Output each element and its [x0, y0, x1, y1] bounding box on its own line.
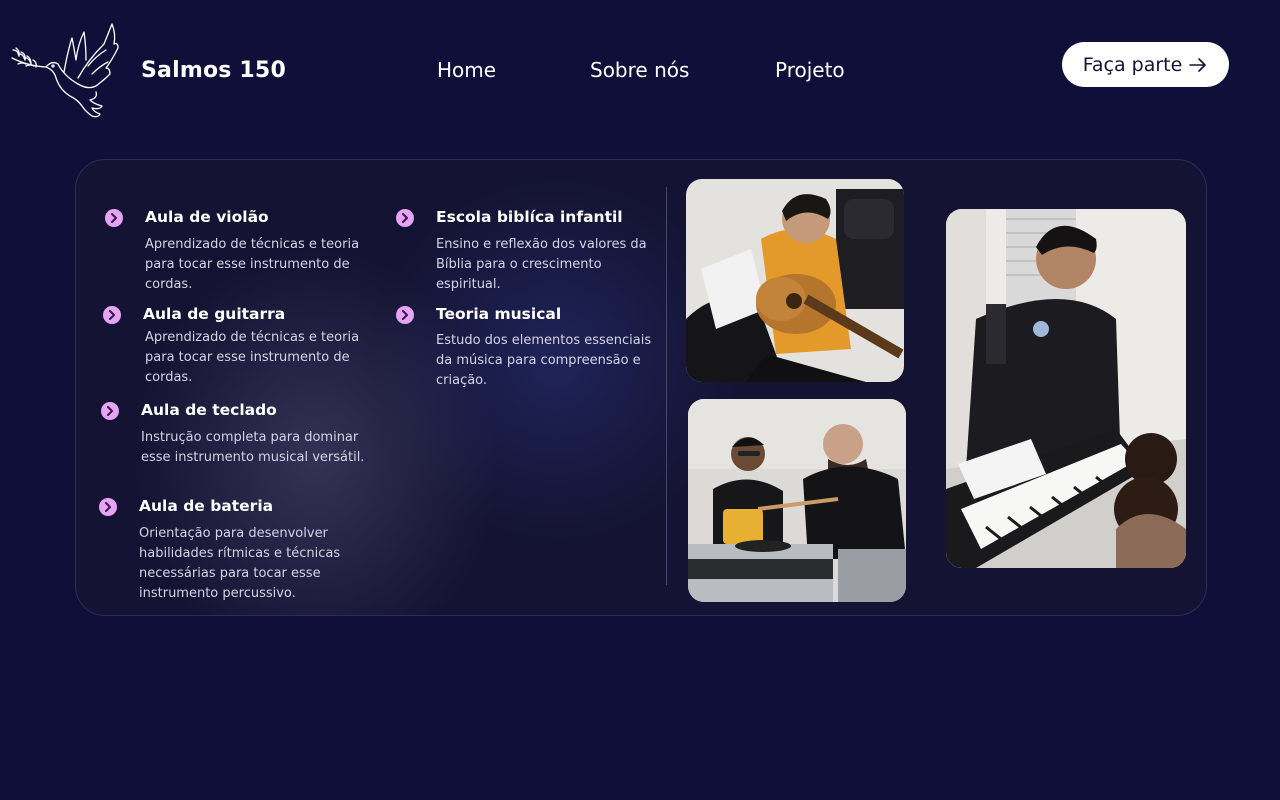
service-description: Estudo dos elementos essenciais da músic…: [436, 333, 652, 388]
nav-home-link[interactable]: Home: [437, 58, 496, 82]
chevron-right-icon: [105, 209, 123, 227]
join-button-label: Faça parte: [1082, 53, 1183, 76]
dove-logo-icon[interactable]: [8, 20, 120, 122]
chevron-right-icon: [396, 209, 414, 227]
chevron-right-icon: [396, 306, 414, 324]
column-divider: [666, 187, 667, 585]
chevron-right-icon: [99, 498, 117, 516]
service-title: Aula de violão: [145, 208, 269, 226]
chevron-right-icon: [101, 402, 119, 420]
join-button[interactable]: Faça parte: [1062, 42, 1229, 87]
service-title: Aula de bateria: [139, 497, 274, 515]
photo-guitar-lesson: [686, 179, 904, 382]
service-description: Aprendizado de técnicas e teoria para to…: [145, 330, 360, 385]
service-teclado: Aula de teclado Instrução completa para …: [101, 401, 371, 471]
photo-drum-lesson: [688, 399, 906, 602]
service-violao: Aula de violão Aprendizado de técnicas e…: [105, 208, 365, 298]
service-title: Escola biblíca infantil: [436, 208, 623, 226]
services-card: Aula de violão Aprendizado de técnicas e…: [75, 159, 1207, 616]
service-description: Aprendizado de técnicas e teoria para to…: [145, 237, 360, 292]
chevron-right-icon: [103, 306, 121, 324]
service-teoria-musical: Teoria musical Estudo dos elementos esse…: [396, 305, 656, 395]
service-title: Teoria musical: [436, 305, 562, 323]
arrow-right-icon: [1189, 57, 1207, 72]
service-description: Instrução completa para dominar esse ins…: [141, 430, 365, 465]
service-escola-biblica: Escola biblíca infantil Ensino e reflexã…: [396, 208, 656, 298]
service-title: Aula de guitarra: [143, 305, 286, 323]
service-guitarra: Aula de guitarra Aprendizado de técnicas…: [103, 305, 363, 395]
photo-keyboard-lesson: [946, 209, 1186, 568]
nav-about-link[interactable]: Sobre nós: [590, 58, 689, 82]
service-description: Orientação para desenvolver habilidades …: [139, 526, 341, 601]
service-title: Aula de teclado: [141, 401, 277, 419]
nav-project-link[interactable]: Projeto: [775, 58, 845, 82]
page: Salmos 150 Home Sobre nós Projeto Faça p…: [0, 0, 1280, 800]
brand-name: Salmos 150: [141, 58, 286, 83]
service-bateria: Aula de bateria Orientação para desenvol…: [99, 497, 359, 607]
service-description: Ensino e reflexão dos valores da Bíblia …: [436, 237, 647, 292]
